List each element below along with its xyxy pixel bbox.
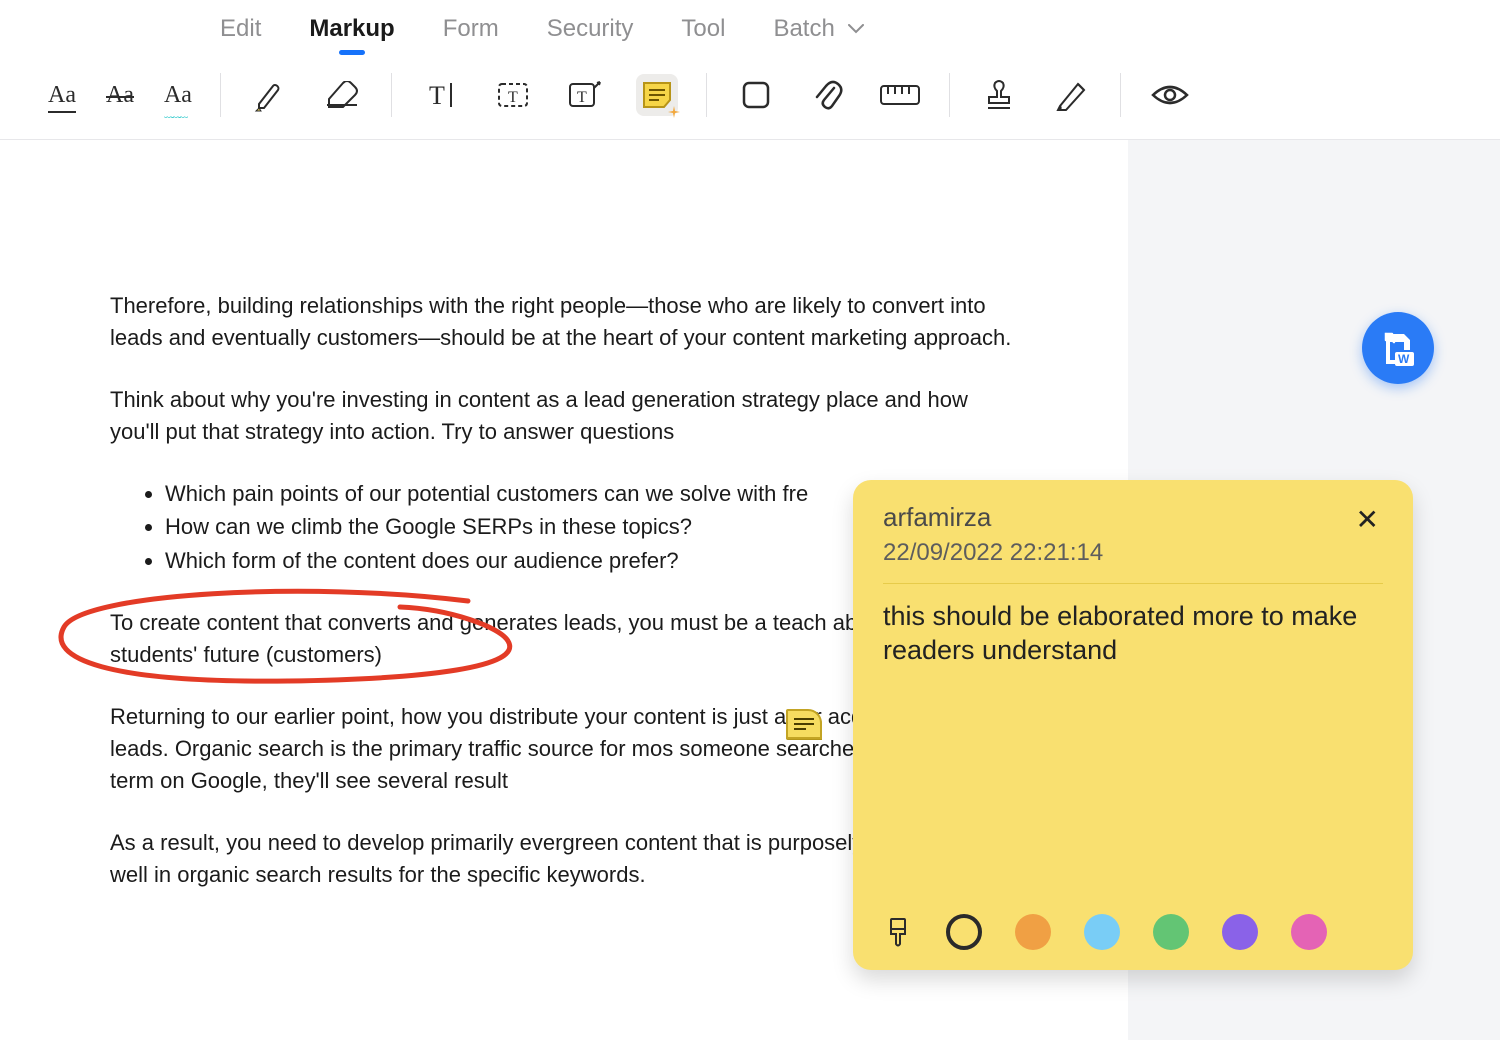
svg-text:T: T (577, 89, 587, 106)
strikethrough-tool[interactable]: Aa (106, 82, 134, 109)
note-timestamp: 22/09/2022 22:21:14 (883, 539, 1103, 567)
color-swatch-purple[interactable] (1222, 914, 1258, 950)
callout-tool[interactable]: T (564, 74, 606, 116)
underline-label: Aa (48, 82, 76, 108)
note-marker-icon[interactable] (786, 709, 822, 739)
signature-tool[interactable] (1050, 74, 1092, 116)
strikethrough-label: Aa (106, 82, 134, 108)
word-icon: W W (1380, 330, 1416, 366)
color-swatch-green[interactable] (1153, 914, 1189, 950)
document-viewport: Therefore, building relationships with t… (0, 140, 1500, 1040)
attachment-tool[interactable] (807, 74, 849, 116)
chevron-down-icon (848, 24, 864, 34)
color-swatch-pink[interactable] (1291, 914, 1327, 950)
paragraph: Think about why you're investing in cont… (110, 384, 1018, 448)
format-brush-icon[interactable] (883, 917, 913, 947)
highlighter-tool[interactable] (249, 74, 291, 116)
paragraph: Therefore, building relationships with t… (110, 290, 1018, 354)
svg-text:T: T (508, 89, 518, 106)
preview-tool[interactable] (1149, 74, 1191, 116)
note-body[interactable]: this should be elaborated more to make r… (883, 600, 1383, 898)
tab-security[interactable]: Security (547, 15, 634, 43)
convert-to-word-button[interactable]: W W (1362, 312, 1434, 384)
tab-markup[interactable]: Markup (309, 15, 394, 43)
underline-tool[interactable]: Aa (48, 82, 76, 109)
hand-circle-annotation-icon (48, 587, 608, 692)
color-swatch-none[interactable] (946, 914, 982, 950)
ruler-tool[interactable] (879, 74, 921, 116)
underline-icon (48, 111, 76, 113)
textbox-tool[interactable]: T (492, 74, 534, 116)
rectangle-tool[interactable] (735, 74, 777, 116)
tab-batch[interactable]: Batch (773, 15, 863, 43)
text-cursor-tool[interactable]: T (420, 74, 462, 116)
tab-edit[interactable]: Edit (220, 15, 261, 43)
eraser-tool[interactable] (321, 74, 363, 116)
svg-text:T: T (429, 81, 445, 110)
sparkle-icon (668, 106, 680, 118)
note-color-row (883, 898, 1383, 950)
sticky-note-popup[interactable]: arfamirza 22/09/2022 22:21:14 ✕ this sho… (853, 480, 1413, 970)
tab-tool[interactable]: Tool (681, 15, 725, 43)
color-swatch-blue[interactable] (1084, 914, 1120, 950)
top-tabbar: Edit Markup Form Security Tool Batch (0, 0, 1500, 55)
stamp-tool[interactable] (978, 74, 1020, 116)
tab-batch-label: Batch (773, 15, 834, 42)
markup-toolbar: Aa Aa Aa ﹏﹏﹏ T T (0, 55, 1500, 140)
note-divider (883, 583, 1383, 584)
svg-text:W: W (1398, 352, 1410, 366)
circled-text: To create content that converts and gene… (110, 610, 937, 667)
squiggly-tool[interactable]: Aa ﹏﹏﹏ (164, 82, 192, 109)
note-author: arfamirza (883, 502, 1103, 533)
squiggly-label: Aa (164, 82, 192, 108)
close-icon[interactable]: ✕ (1352, 502, 1383, 538)
tab-form[interactable]: Form (443, 15, 499, 43)
sticky-note-tool[interactable] (636, 74, 678, 116)
color-swatch-orange[interactable] (1015, 914, 1051, 950)
